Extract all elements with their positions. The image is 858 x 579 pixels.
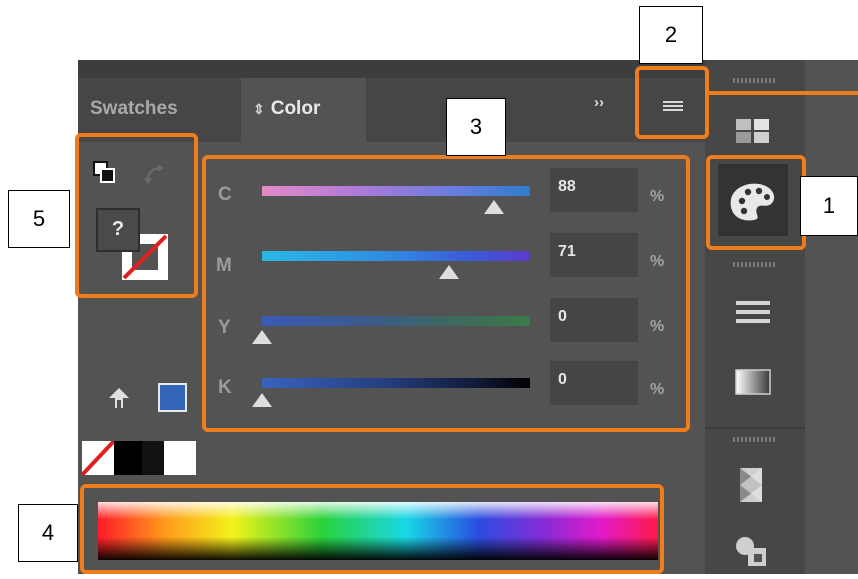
swatches-panel-button[interactable] xyxy=(730,112,776,148)
none-swatch[interactable] xyxy=(80,439,116,477)
callout-1-label: 1 xyxy=(822,193,836,218)
tab-color-arrows-icon: ⇕ xyxy=(253,101,265,117)
expand-chevron-icon[interactable]: ›› xyxy=(594,94,604,111)
dock-divider xyxy=(705,427,805,429)
annotation-frame-fill-stroke xyxy=(75,133,198,298)
annotation-pointer-line xyxy=(708,91,858,95)
callout-2-label: 2 xyxy=(664,22,678,47)
transparency-icon xyxy=(740,468,762,502)
annotation-frame-spectrum xyxy=(80,484,664,574)
callout-1: 1 xyxy=(800,176,858,236)
gradient-panel-button[interactable] xyxy=(730,364,776,400)
callout-5: 5 xyxy=(8,190,70,248)
white-swatch[interactable] xyxy=(164,441,196,475)
stroke-panel-button[interactable] xyxy=(730,292,776,332)
dock-grip[interactable] xyxy=(733,78,777,83)
callout-4: 4 xyxy=(18,504,78,562)
panel-title-bar[interactable] xyxy=(78,60,705,78)
swatches-grid-icon xyxy=(736,119,769,143)
annotation-frame-sliders xyxy=(202,155,690,432)
out-of-gamut-icon xyxy=(109,388,129,408)
annotation-frame-menu xyxy=(635,66,709,139)
black-swatch[interactable] xyxy=(114,441,142,475)
callout-4-label: 4 xyxy=(41,520,55,545)
tab-swatches-label: Swatches xyxy=(90,98,178,119)
dock-grip[interactable] xyxy=(733,262,777,267)
stroke-lines-icon xyxy=(736,301,770,323)
gradient-icon xyxy=(735,369,771,395)
tab-color-label: Color xyxy=(270,98,321,119)
appearance-icon xyxy=(736,537,766,566)
callout-3: 3 xyxy=(446,98,506,156)
callout-3-label: 3 xyxy=(469,114,483,139)
appearance-panel-button[interactable] xyxy=(732,532,774,574)
transparency-panel-button[interactable] xyxy=(732,462,774,508)
callout-5-label: 5 xyxy=(32,206,46,231)
black-swatch[interactable] xyxy=(142,441,164,475)
out-of-gamut-button[interactable] xyxy=(106,386,132,412)
tab-color[interactable]: ⇕ Color xyxy=(241,78,366,142)
dock-grip[interactable] xyxy=(733,437,777,442)
current-color-swatch[interactable] xyxy=(158,383,187,412)
none-slash-icon xyxy=(80,439,116,477)
callout-2: 2 xyxy=(639,6,703,64)
annotation-frame-color-icon xyxy=(706,155,806,250)
